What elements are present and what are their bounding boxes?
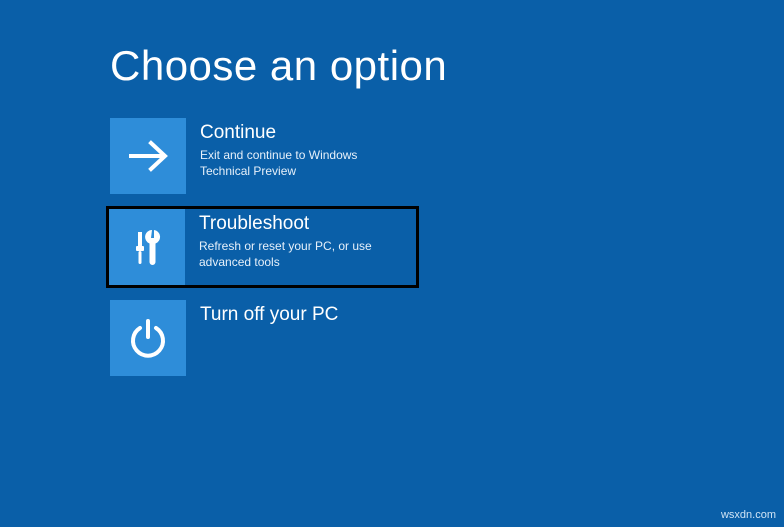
watermark: wsxdn.com — [721, 509, 776, 521]
option-text: Continue Exit and continue to Windows Te… — [186, 118, 415, 179]
page-title: Choose an option — [0, 0, 784, 118]
option-desc: Refresh or reset your PC, or use advance… — [199, 238, 410, 270]
option-title: Turn off your PC — [200, 304, 338, 326]
arrow-right-icon — [110, 118, 186, 194]
option-desc: Exit and continue to Windows Technical P… — [200, 147, 409, 179]
power-icon — [110, 300, 186, 376]
tools-icon — [109, 209, 185, 285]
option-continue[interactable]: Continue Exit and continue to Windows Te… — [110, 118, 415, 194]
option-troubleshoot[interactable]: Troubleshoot Refresh or reset your PC, o… — [108, 208, 417, 286]
option-turn-off[interactable]: Turn off your PC — [110, 300, 415, 376]
option-title: Troubleshoot — [199, 213, 410, 235]
options-list: Continue Exit and continue to Windows Te… — [0, 118, 784, 376]
option-text: Troubleshoot Refresh or reset your PC, o… — [185, 209, 416, 270]
option-title: Continue — [200, 122, 409, 144]
option-text: Turn off your PC — [186, 300, 344, 329]
